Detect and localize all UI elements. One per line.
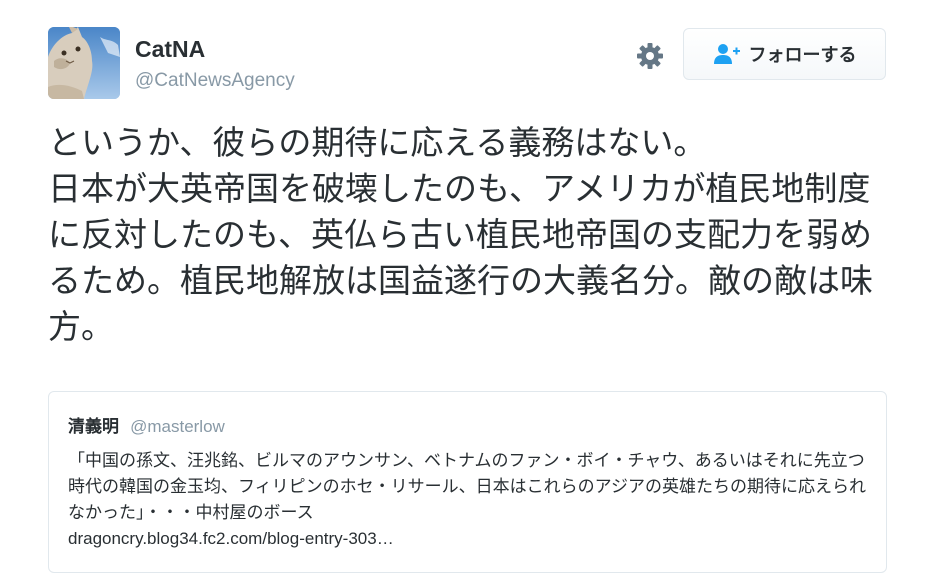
author-avatar[interactable]	[48, 27, 120, 99]
tweet-text: というか、彼らの期待に応える義務はない。 日本が大英帝国を破壊したのも、アメリカ…	[48, 123, 873, 346]
follow-button[interactable]: フォローする	[683, 28, 886, 80]
quoted-tweet-text: 「中国の孫文、汪兆銘、ビルマのアウンサン、ベトナムのファン・ボイ・チャウ、あるい…	[68, 451, 866, 523]
quoted-author-name: 清義明	[68, 417, 119, 437]
quoted-tweet-card[interactable]: 清義明 @masterlow 「中国の孫文、汪兆銘、ビルマのアウンサン、ベトナム…	[48, 391, 887, 573]
follow-button-label: フォローする	[748, 45, 857, 66]
quoted-author-handle: @masterlow	[130, 417, 225, 436]
add-user-icon	[713, 44, 740, 64]
cat-photo-avatar-icon	[48, 27, 120, 99]
tweet-card: CatNA @CatNewsAgency フォローする というか、彼らの期待に応…	[0, 0, 933, 585]
quoted-tweet-link[interactable]: dragoncry.blog34.fc2.com/blog-entry-303…	[68, 529, 394, 549]
author-screen-name[interactable]: @CatNewsAgency	[135, 70, 295, 92]
author-display-name[interactable]: CatNA	[135, 36, 205, 63]
gear-icon[interactable]	[634, 40, 666, 72]
quoted-tweet-header: 清義明 @masterlow	[68, 412, 225, 437]
